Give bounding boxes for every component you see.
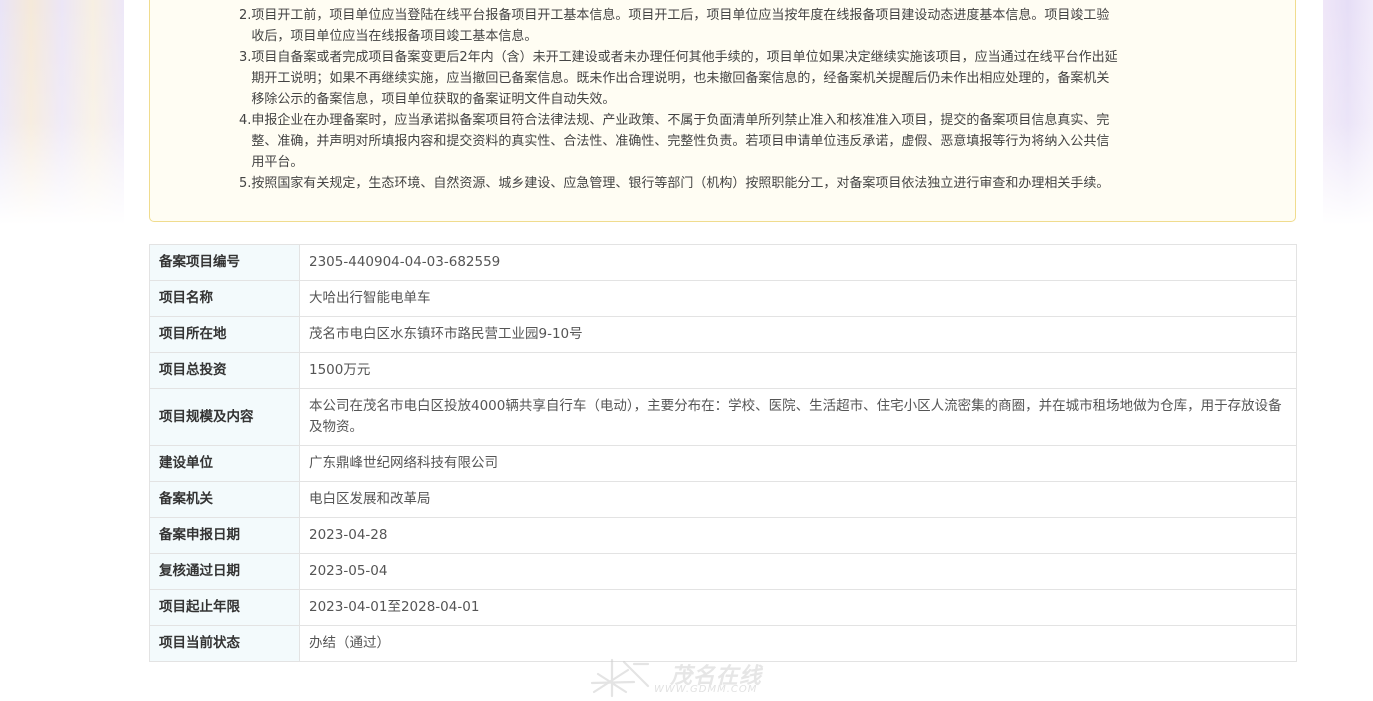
row-label: 项目起止年限 <box>149 589 300 626</box>
row-label: 项目规模及内容 <box>149 388 300 446</box>
notice-box: 2. 项目开工前，项目单位应当登陆在线平台报备项目开工基本信息。项目开工后，项目… <box>149 0 1296 222</box>
table-row: 项目名称 大哈出行智能电单车 <box>149 280 1297 317</box>
notice-item-number: 3. <box>239 50 252 65</box>
table-row: 建设单位 广东鼎峰世纪网络科技有限公司 <box>149 445 1297 482</box>
notice-item: 3. 项目自备案或者完成项目备案变更后2年内（含）未开工建设或者未办理任何其他手… <box>239 47 1119 110</box>
row-label: 备案机关 <box>149 481 300 518</box>
table-row: 项目规模及内容 本公司在茂名市电白区投放4000辆共享自行车（电动），主要分布在… <box>149 388 1297 446</box>
row-value: 大哈出行智能电单车 <box>299 280 1297 317</box>
background-banner-left <box>0 0 124 225</box>
notice-item: 5. 按照国家有关规定，生态环境、自然资源、城乡建设、应急管理、银行等部门（机构… <box>239 173 1119 194</box>
notice-item: 4. 申报企业在办理备案时，应当承诺拟备案项目符合法律法规、产业政策、不属于负面… <box>239 110 1119 173</box>
row-label: 项目当前状态 <box>149 625 300 662</box>
row-label: 项目所在地 <box>149 316 300 353</box>
notice-item-number: 5. <box>239 176 252 191</box>
row-label: 项目总投资 <box>149 352 300 389</box>
row-value: 1500万元 <box>299 352 1297 389</box>
row-value: 2023-04-01至2028-04-01 <box>299 589 1297 626</box>
table-row: 备案项目编号 2305-440904-04-03-682559 <box>149 244 1297 281</box>
table-row: 项目所在地 茂名市电白区水东镇环市路民营工业园9-10号 <box>149 316 1297 353</box>
table-row: 备案申报日期 2023-04-28 <box>149 517 1297 554</box>
notice-item-number: 2. <box>239 8 252 23</box>
row-label: 项目名称 <box>149 280 300 317</box>
table-row: 备案机关 电白区发展和改革局 <box>149 481 1297 518</box>
row-value: 茂名市电白区水东镇环市路民营工业园9-10号 <box>299 316 1297 353</box>
notice-item-text: 项目开工前，项目单位应当登陆在线平台报备项目开工基本信息。项目开工后，项目单位应… <box>251 8 1110 44</box>
site-watermark: 茂名在线 WWW.GDMM.COM <box>588 656 788 698</box>
notice-item-text: 项目自备案或者完成项目备案变更后2年内（含）未开工建设或者未办理任何其他手续的，… <box>251 50 1118 107</box>
row-value: 2305-440904-04-03-682559 <box>299 244 1297 281</box>
table-row: 项目起止年限 2023-04-01至2028-04-01 <box>149 589 1297 626</box>
row-label: 复核通过日期 <box>149 553 300 590</box>
row-value: 2023-04-28 <box>299 517 1297 554</box>
table-row: 复核通过日期 2023-05-04 <box>149 553 1297 590</box>
table-row: 项目总投资 1500万元 <box>149 352 1297 389</box>
notice-item-text: 按照国家有关规定，生态环境、自然资源、城乡建设、应急管理、银行等部门（机构）按照… <box>251 176 1110 191</box>
watermark-url: WWW.GDMM.COM <box>654 684 758 695</box>
background-banner-right <box>1323 0 1373 225</box>
row-label: 建设单位 <box>149 445 300 482</box>
row-value: 本公司在茂名市电白区投放4000辆共享自行车（电动），主要分布在：学校、医院、生… <box>299 388 1297 446</box>
row-label: 备案申报日期 <box>149 517 300 554</box>
row-value: 广东鼎峰世纪网络科技有限公司 <box>299 445 1297 482</box>
row-value: 办结（通过） <box>299 625 1297 662</box>
row-value: 2023-05-04 <box>299 553 1297 590</box>
notice-item: 2. 项目开工前，项目单位应当登陆在线平台报备项目开工基本信息。项目开工后，项目… <box>239 5 1119 47</box>
row-label: 备案项目编号 <box>149 244 300 281</box>
notice-item-text: 申报企业在办理备案时，应当承诺拟备案项目符合法律法规、产业政策、不属于负面清单所… <box>251 113 1110 170</box>
notice-item-number: 4. <box>239 113 252 128</box>
notice-list: 2. 项目开工前，项目单位应当登陆在线平台报备项目开工基本信息。项目开工后，项目… <box>239 5 1119 194</box>
project-info-table: 备案项目编号 2305-440904-04-03-682559 项目名称 大哈出… <box>149 244 1297 662</box>
row-value: 电白区发展和改革局 <box>299 481 1297 518</box>
starburst-logo-icon <box>590 658 650 698</box>
